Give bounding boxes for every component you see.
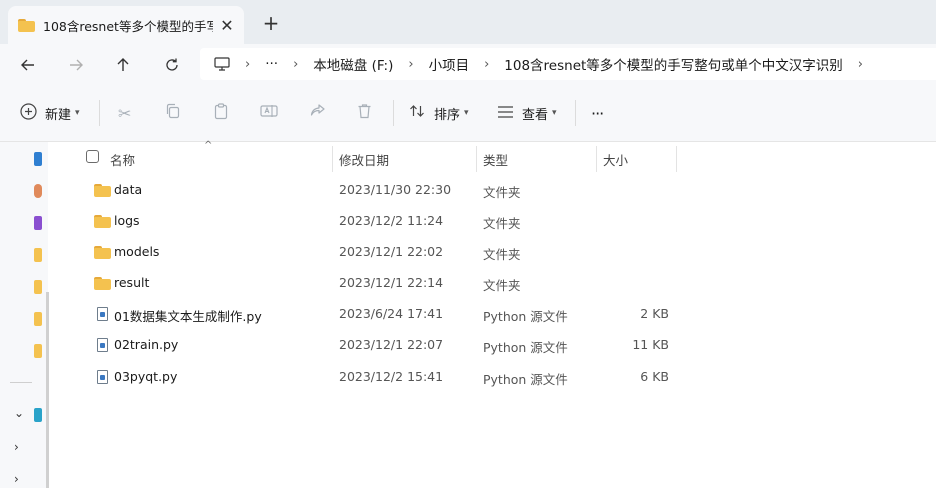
trash-icon: [357, 103, 372, 123]
file-list: ^ 名称 修改日期 类型 大小 data 2023/11/30 22:30 文件…: [60, 140, 936, 488]
folder-icon[interactable]: [34, 280, 42, 294]
list-view-icon: [497, 104, 514, 123]
nav-item-icon[interactable]: [34, 408, 42, 422]
forward-arrow-icon[interactable]: [61, 50, 91, 80]
copy-icon: [165, 103, 181, 123]
paste-button[interactable]: [213, 98, 229, 128]
breadcrumb-current[interactable]: 108含resnet等多个模型的手写整句或单个中文汉字识别: [504, 54, 843, 74]
chevron-down-icon: ▾: [75, 108, 80, 118]
view-button[interactable]: 查看 ▾: [497, 98, 557, 128]
new-button[interactable]: 新建 ▾: [20, 98, 80, 128]
file-row[interactable]: data 2023/11/30 22:30 文件夹: [60, 175, 936, 206]
share-button[interactable]: [309, 98, 326, 128]
tab-active[interactable]: 108含resnet等多个模型的手写整句或单个中文汉字识别 ✕: [8, 6, 244, 44]
chevron-right-icon[interactable]: ›: [858, 57, 863, 72]
column-header-name[interactable]: 名称: [110, 150, 135, 169]
sort-button[interactable]: 排序 ▾: [409, 98, 469, 128]
file-row[interactable]: result 2023/12/1 22:14 文件夹: [60, 268, 936, 299]
breadcrumb-folder[interactable]: 小项目: [429, 54, 470, 74]
tab-title: 108含resnet等多个模型的手写整句或单个中文汉字识别: [43, 18, 213, 34]
rename-button[interactable]: [260, 98, 278, 128]
chevron-right-icon[interactable]: ›: [245, 57, 250, 72]
file-row[interactable]: 03pyqt.py 2023/12/2 15:41 Python 源文件 6 K…: [60, 362, 936, 393]
column-header-type[interactable]: 类型: [483, 150, 508, 169]
chevron-down-icon: ▾: [552, 108, 557, 118]
monitor-icon[interactable]: [214, 57, 230, 71]
plus-circle-icon: [20, 102, 37, 124]
chevron-right-icon[interactable]: ›: [293, 57, 298, 72]
navigation-pane: ⌄ › ›: [0, 142, 49, 488]
chevron-right-icon[interactable]: ›: [484, 57, 489, 72]
copy-button[interactable]: [165, 98, 181, 128]
share-icon: [309, 103, 326, 123]
nav-item-icon[interactable]: [34, 216, 42, 230]
cut-button[interactable]: ✂: [118, 98, 131, 128]
delete-button[interactable]: [357, 98, 372, 128]
new-tab-button[interactable]: +: [258, 10, 284, 36]
nav-scrollbar[interactable]: [46, 292, 49, 488]
file-row[interactable]: models 2023/12/1 22:02 文件夹: [60, 237, 936, 268]
address-bar[interactable]: › ··· › 本地磁盘 (F:) › 小项目 › 108含resnet等多个模…: [200, 48, 936, 80]
sort-ascending-icon: ^: [204, 140, 213, 151]
rename-icon: [260, 103, 278, 123]
select-all-checkbox[interactable]: [86, 150, 99, 163]
scissors-icon: ✂: [118, 103, 132, 123]
folder-icon: [18, 18, 35, 32]
up-arrow-icon[interactable]: [108, 50, 138, 80]
clipboard-icon: [213, 102, 229, 124]
nav-item-icon[interactable]: [34, 152, 42, 166]
refresh-icon[interactable]: [157, 50, 187, 80]
column-header-size[interactable]: 大小: [603, 150, 628, 169]
more-options-button[interactable]: ···: [591, 98, 604, 128]
column-header-row: ^ 名称 修改日期 类型 大小: [60, 140, 936, 172]
folder-icon[interactable]: [34, 344, 42, 358]
back-arrow-icon[interactable]: [13, 50, 43, 80]
file-row[interactable]: 01数据集文本生成制作.py 2023/6/24 17:41 Python 源文…: [60, 299, 936, 330]
close-icon[interactable]: ✕: [216, 14, 238, 36]
breadcrumb-drive[interactable]: 本地磁盘 (F:): [313, 54, 393, 74]
navigation-bar: › ··· › 本地磁盘 (F:) › 小项目 › 108含resnet等多个模…: [0, 44, 936, 84]
file-row[interactable]: logs 2023/12/2 11:24 文件夹: [60, 206, 936, 237]
command-bar: 新建 ▾ ✂ 排序 ▾ 查看 ▾ ···: [0, 84, 936, 142]
tab-strip: 108含resnet等多个模型的手写整句或单个中文汉字识别 ✕ +: [0, 0, 936, 44]
chevron-down-icon[interactable]: ⌄: [14, 406, 24, 420]
chevron-right-icon[interactable]: ›: [14, 440, 19, 454]
chevron-right-icon[interactable]: ›: [408, 57, 413, 72]
file-row[interactable]: 02train.py 2023/12/1 22:07 Python 源文件 11…: [60, 330, 936, 361]
nav-item-icon[interactable]: [34, 184, 42, 198]
folder-icon[interactable]: [34, 248, 42, 262]
breadcrumb-overflow[interactable]: ···: [265, 56, 278, 72]
chevron-right-icon[interactable]: ›: [14, 472, 19, 486]
sort-icon: [409, 103, 426, 123]
chevron-down-icon: ▾: [464, 108, 469, 118]
column-header-date[interactable]: 修改日期: [339, 150, 389, 169]
folder-icon[interactable]: [34, 312, 42, 326]
